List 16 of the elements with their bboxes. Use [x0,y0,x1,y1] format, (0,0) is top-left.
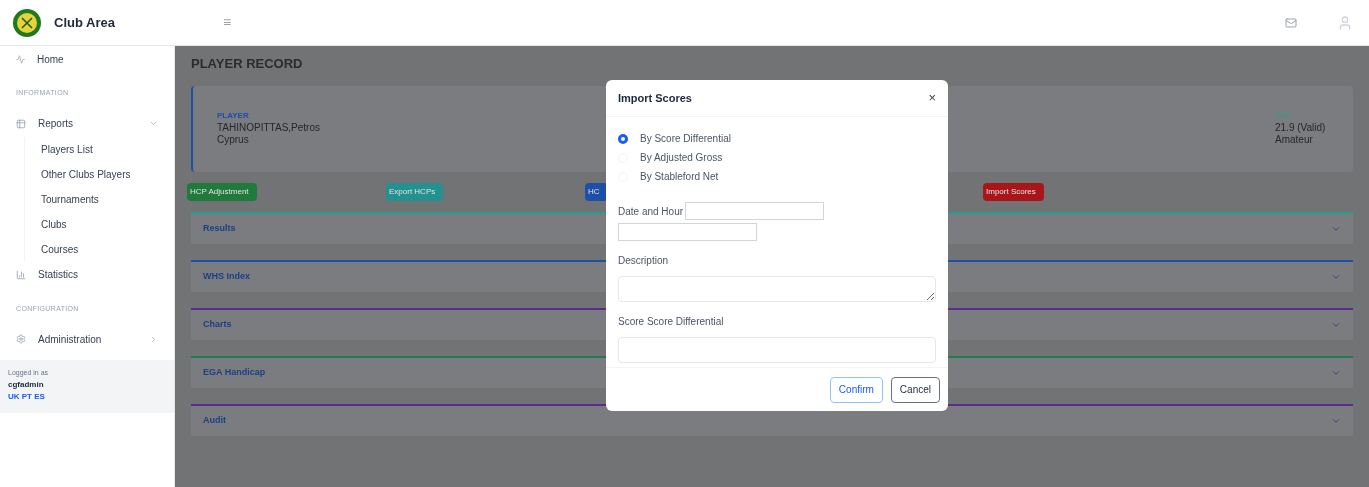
radio-label: By Stableford Net [640,170,719,184]
player-country: Cyprus [217,134,250,147]
radio-label: By Adjusted Gross [640,151,723,165]
player-name: TAHINOPITTAS,Petros [217,121,320,134]
hcp-value: 21.9 (Valid) [1275,121,1327,134]
app-title: Club Area [54,13,115,32]
radio-label: By Score Differential [640,132,731,146]
hcp-status: Amateur [1275,134,1314,147]
field-label: Score Score Differential [618,315,725,329]
field-label: HCP [1275,109,1293,122]
dialog-title: Import Scores [618,90,692,106]
username: cgfadmin [8,378,45,391]
field-label: PLAYER [217,109,250,122]
field-label: Description [618,254,670,268]
field-label: Date and Hour [618,204,684,219]
page-title: PLAYER RECORD [191,55,304,73]
